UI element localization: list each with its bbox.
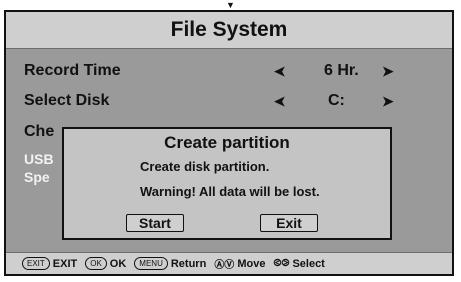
right-arrow-icon[interactable]: ➤	[382, 93, 394, 110]
help-label: OK	[109, 257, 127, 270]
menu-item-label: Select Disk	[24, 92, 110, 109]
help-label: Return	[170, 257, 207, 270]
exit-button[interactable]: Exit	[260, 214, 318, 232]
select-disk-value: C:	[328, 92, 345, 109]
right-arrow-icon[interactable]: ➤	[382, 63, 394, 80]
menu-key-icon: MENU	[134, 257, 168, 270]
menu-item-label: USB	[24, 151, 54, 167]
dialog-title: Create partition	[164, 133, 290, 152]
menu-item-select-disk[interactable]: Select Disk	[24, 92, 109, 110]
left-arrow-icon[interactable]: ➤	[274, 93, 286, 110]
left-right-icon: ⧀⧁	[273, 258, 290, 269]
file-system-screen: File System Record Time ➤ 6 Hr. ➤ Select…	[4, 10, 454, 276]
help-move[interactable]: ⒶⓋ Move	[214, 256, 266, 272]
exit-key-icon: EXIT	[22, 257, 50, 270]
menu-item-usb[interactable]: USB	[24, 151, 54, 167]
menu-item-label: Spe	[24, 169, 50, 185]
start-button[interactable]: Start	[126, 214, 184, 232]
create-partition-dialog: Create partition Create disk partition. …	[62, 127, 392, 240]
record-time-value: 6 Hr.	[324, 62, 359, 79]
menu-item-label: Record Time	[24, 62, 121, 79]
dialog-warning: Warning! All data will be lost.	[140, 184, 320, 199]
screen-title-text: File System	[170, 18, 288, 41]
menu-item-label: Che	[24, 123, 55, 140]
help-select[interactable]: ⧀⧁ Select	[273, 258, 324, 270]
ok-key-icon: OK	[85, 257, 107, 270]
up-down-icon: ⒶⓋ	[214, 260, 235, 271]
left-arrow-icon[interactable]: ➤	[274, 63, 286, 80]
menu-item-record-time[interactable]: Record Time	[24, 62, 121, 80]
help-return[interactable]: MENU Return	[134, 257, 206, 270]
help-label: Select	[292, 257, 325, 270]
menu-item-speed[interactable]: Spe	[24, 169, 50, 185]
menu-item-check[interactable]: Che	[24, 123, 54, 141]
help-label: Move	[237, 257, 266, 270]
top-marker: ▼	[226, 0, 235, 10]
dialog-message: Create disk partition.	[140, 159, 270, 174]
help-label: EXIT	[52, 257, 78, 270]
help-ok[interactable]: OK OK	[85, 257, 126, 270]
screen-title: File System	[6, 12, 452, 49]
help-exit[interactable]: EXIT EXIT	[22, 257, 77, 270]
help-bar: EXIT EXIT OK OK MENU Return ⒶⓋ Move ⧀⧁ S…	[6, 252, 452, 274]
